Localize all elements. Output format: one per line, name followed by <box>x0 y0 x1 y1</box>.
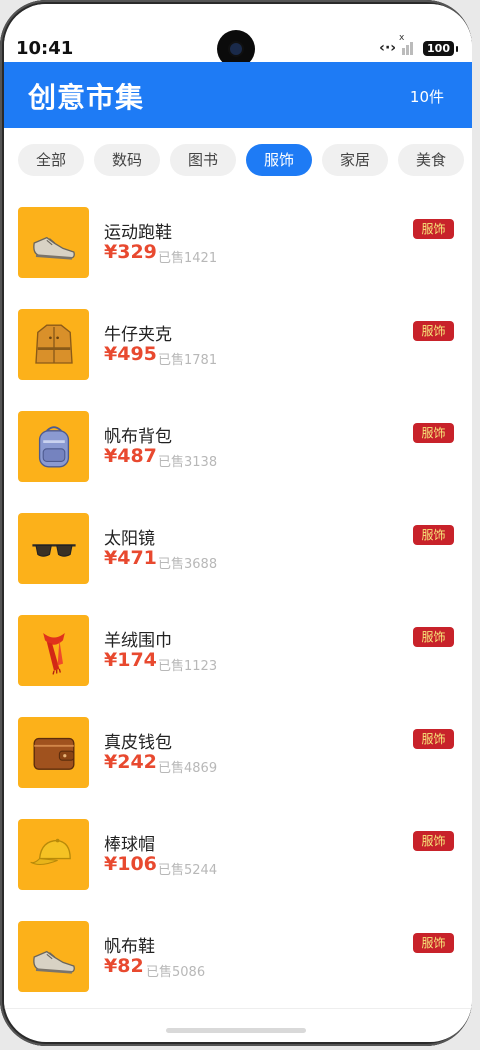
product-sold: 已售5244 <box>158 863 218 878</box>
product-row[interactable]: 牛仔夹克 ¥495 已售1781 服饰 <box>4 294 472 397</box>
product-sold: 已售3138 <box>158 455 218 470</box>
backpack-icon <box>38 425 69 467</box>
sunglasses-icon <box>31 543 76 557</box>
wallet-icon <box>33 737 74 770</box>
product-name: 帆布背包 <box>104 427 172 447</box>
sneaker-icon <box>32 236 75 260</box>
home-indicator[interactable] <box>166 1028 306 1033</box>
product-price: ¥495 <box>104 343 157 365</box>
product-price: ¥106 <box>104 853 157 875</box>
product-thumbnail <box>18 513 89 584</box>
product-sold: 已售3688 <box>158 557 218 572</box>
category-badge: 服饰 <box>413 525 454 545</box>
product-price: ¥242 <box>104 751 157 773</box>
product-price: ¥174 <box>104 649 157 671</box>
category-badge: 服饰 <box>413 831 454 851</box>
product-sold: 已售1421 <box>158 251 218 266</box>
product-sold: 已售1123 <box>158 659 218 674</box>
scarf-icon <box>42 632 65 675</box>
app-header: 创意市集 10件 <box>4 62 472 128</box>
app-screen: 10:41 ‹·› x 100 创意市集 10件 全部 数码 图书 服饰 家居 … <box>4 4 472 1042</box>
product-thumbnail <box>18 615 89 686</box>
product-sold: 已售1781 <box>158 353 218 368</box>
signal-icon: x <box>399 33 417 55</box>
product-thumbnail <box>18 411 89 482</box>
product-name: 运动跑鞋 <box>104 223 172 243</box>
product-thumbnail <box>18 309 89 380</box>
tab-food[interactable]: 美食 <box>398 144 464 176</box>
category-badge: 服饰 <box>413 423 454 443</box>
product-price: ¥329 <box>104 241 157 263</box>
battery-icon: 100 <box>423 40 458 56</box>
tab-clothing[interactable]: 服饰 <box>246 144 312 176</box>
category-badge: 服饰 <box>413 321 454 341</box>
dev-mode-icon: ‹·› <box>379 40 397 56</box>
category-badge: 服饰 <box>413 219 454 239</box>
product-price: ¥82 <box>104 955 144 977</box>
product-thumbnail <box>18 207 89 278</box>
tab-all[interactable]: 全部 <box>18 144 84 176</box>
category-badge: 服饰 <box>413 627 454 647</box>
category-tabs: 全部 数码 图书 服饰 家居 美食 <box>4 128 472 193</box>
status-icons: ‹·› x 100 <box>379 33 458 56</box>
category-badge: 服饰 <box>413 933 454 953</box>
product-sold: 已售5086 <box>146 965 206 980</box>
product-name: 真皮钱包 <box>104 733 172 753</box>
product-row[interactable]: 太阳镜 ¥471 已售3688 服饰 <box>4 498 472 601</box>
product-row[interactable]: 运动跑鞋 ¥329 已售1421 服饰 <box>4 192 472 295</box>
product-thumbnail <box>18 921 89 992</box>
cap-icon <box>29 838 71 865</box>
page-title: 创意市集 <box>28 81 145 114</box>
product-row[interactable]: 羊绒围巾 ¥174 已售1123 服饰 <box>4 600 472 703</box>
product-name: 棒球帽 <box>104 835 155 855</box>
product-price: ¥471 <box>104 547 157 569</box>
product-name: 牛仔夹克 <box>104 325 172 345</box>
tab-digital[interactable]: 数码 <box>94 144 160 176</box>
product-row[interactable]: 棒球帽 ¥106 已售5244 服饰 <box>4 804 472 907</box>
product-price: ¥487 <box>104 445 157 467</box>
product-name: 帆布鞋 <box>104 937 155 957</box>
status-time: 10:41 <box>16 38 74 59</box>
product-name: 太阳镜 <box>104 529 155 549</box>
product-row[interactable]: 帆布鞋 ¥82 已售5086 服饰 <box>4 906 472 1009</box>
tab-home[interactable]: 家居 <box>322 144 388 176</box>
product-thumbnail <box>18 717 89 788</box>
tab-books[interactable]: 图书 <box>170 144 236 176</box>
product-name: 羊绒围巾 <box>104 631 172 651</box>
category-badge: 服饰 <box>413 729 454 749</box>
item-count: 10件 <box>409 88 444 106</box>
coat-icon <box>34 324 73 364</box>
product-thumbnail <box>18 819 89 890</box>
product-row[interactable]: 帆布背包 ¥487 已售3138 服饰 <box>4 396 472 499</box>
phone-frame: 10:41 ‹·› x 100 创意市集 10件 全部 数码 图书 服饰 家居 … <box>0 0 472 1046</box>
product-sold: 已售4869 <box>158 761 218 776</box>
sneaker-icon <box>32 950 75 974</box>
status-bar: 10:41 ‹·› x 100 <box>4 4 472 68</box>
product-row[interactable]: 真皮钱包 ¥242 已售4869 服饰 <box>4 702 472 805</box>
